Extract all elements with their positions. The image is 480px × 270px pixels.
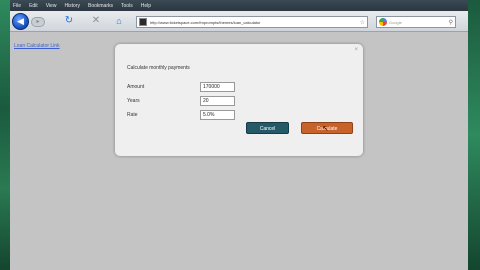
back-icon[interactable]: ◀ bbox=[12, 13, 29, 30]
menu-view[interactable]: View bbox=[46, 3, 57, 9]
years-label: Years bbox=[127, 98, 140, 104]
menu-history[interactable]: History bbox=[64, 3, 80, 9]
menu-bookmarks[interactable]: Bookmarks bbox=[88, 3, 113, 9]
forward-icon[interactable]: ▸ bbox=[31, 17, 45, 27]
google-icon[interactable] bbox=[379, 18, 387, 26]
desktop-background-left bbox=[0, 0, 10, 270]
search-icon[interactable]: ⚲ bbox=[449, 19, 453, 26]
navigation-toolbar: ◀ ▸ ↻ ✕ ⌂ http://www.ticketspace.com/fmp… bbox=[10, 11, 468, 32]
browser-window: File Edit View History Bookmarks Tools H… bbox=[10, 0, 468, 270]
mouse-cursor-icon: ↖ bbox=[322, 124, 329, 133]
menu-help[interactable]: Help bbox=[141, 3, 151, 9]
rate-label: Rate bbox=[127, 112, 138, 118]
loan-calculator-dialog: × Calculate monthly payments Amount Year… bbox=[115, 44, 363, 156]
years-input[interactable] bbox=[200, 96, 235, 106]
home-icon[interactable]: ⌂ bbox=[113, 15, 125, 27]
desktop-background-right bbox=[468, 0, 480, 270]
menu-file[interactable]: File bbox=[13, 3, 21, 9]
amount-label: Amount bbox=[127, 84, 145, 90]
menu-edit[interactable]: Edit bbox=[29, 3, 38, 9]
address-bar[interactable]: http://www.ticketspace.com/fmprompts/the… bbox=[136, 16, 368, 28]
stop-icon[interactable]: ✕ bbox=[90, 15, 102, 27]
star-icon[interactable]: ☆ bbox=[360, 19, 365, 26]
site-favicon-icon bbox=[139, 18, 147, 26]
search-input[interactable]: Google bbox=[389, 20, 449, 25]
amount-input[interactable] bbox=[200, 82, 235, 92]
close-icon[interactable]: × bbox=[354, 47, 358, 53]
rate-input[interactable] bbox=[200, 110, 235, 120]
dialog-title: Calculate monthly payments bbox=[127, 65, 190, 71]
search-bar[interactable]: Google ⚲ bbox=[376, 16, 456, 28]
reload-icon[interactable]: ↻ bbox=[63, 15, 75, 27]
url-text[interactable]: http://www.ticketspace.com/fmprompts/the… bbox=[150, 20, 360, 25]
menu-tools[interactable]: Tools bbox=[121, 3, 133, 9]
loan-calculator-link[interactable]: Loan Calculator Link bbox=[14, 43, 60, 49]
cancel-button[interactable]: Cancel bbox=[246, 122, 289, 134]
menu-bar: File Edit View History Bookmarks Tools H… bbox=[10, 0, 468, 11]
